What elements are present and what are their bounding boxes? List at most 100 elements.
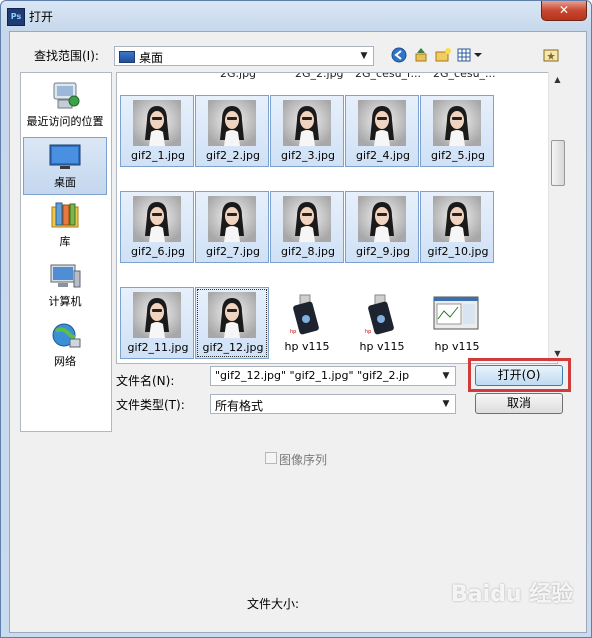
file-item[interactable]: gif2_9.jpg bbox=[345, 191, 419, 263]
file-item[interactable]: gif2_6.jpg bbox=[120, 191, 194, 263]
file-name: hp v115 bbox=[284, 340, 330, 353]
file-name: gif2_5.jpg bbox=[431, 149, 485, 162]
lookin-combobox[interactable]: 桌面 ▼ bbox=[114, 46, 374, 66]
partial-file-label[interactable]: 2G_cesu_r... bbox=[355, 73, 421, 80]
svg-text:hp: hp bbox=[290, 329, 296, 335]
file-list-view[interactable]: 2G.jpg 2G_2.jpg 2G_cesu_r... 2G_cesu_...… bbox=[116, 72, 558, 364]
chevron-down-icon[interactable]: ▼ bbox=[440, 370, 452, 382]
file-item[interactable]: gif2_11.jpg bbox=[120, 287, 194, 359]
up-folder-icon[interactable] bbox=[412, 47, 430, 65]
cancel-button[interactable]: 取消 bbox=[475, 393, 563, 414]
back-icon[interactable] bbox=[390, 47, 408, 65]
filetype-value: 所有格式 bbox=[215, 399, 264, 413]
file-name: gif2_11.jpg bbox=[127, 341, 189, 354]
open-button[interactable]: 打开(O) bbox=[475, 365, 563, 386]
recent-places-icon bbox=[48, 81, 82, 111]
file-item[interactable]: gif2_12.jpg bbox=[195, 287, 269, 359]
photo-thumbnail bbox=[133, 292, 181, 338]
place-label-desktop: 桌面 bbox=[54, 176, 76, 189]
lookin-value: 桌面 bbox=[139, 51, 164, 65]
bridge-icon[interactable] bbox=[542, 47, 560, 65]
place-label-recent: 最近访问的位置 bbox=[26, 115, 104, 128]
file-name: hp v115 bbox=[434, 340, 480, 353]
place-desktop[interactable]: 桌面 bbox=[23, 137, 107, 195]
photo-thumbnail bbox=[358, 100, 406, 146]
file-name: gif2_7.jpg bbox=[206, 245, 260, 258]
file-name: gif2_9.jpg bbox=[356, 245, 410, 258]
photo-thumbnail bbox=[433, 196, 481, 242]
lookin-label: 查找范围(I): bbox=[34, 49, 99, 63]
file-item[interactable]: gif2_10.jpg bbox=[420, 191, 494, 263]
filetype-label: 文件类型(T): bbox=[116, 398, 185, 412]
places-bar: 最近访问的位置 桌面 库 计算机 网络 bbox=[20, 72, 112, 432]
desktop-small-icon bbox=[119, 51, 135, 63]
place-libraries[interactable]: 库 bbox=[23, 197, 107, 255]
scroll-up-icon[interactable]: ▲ bbox=[549, 72, 566, 88]
file-name: gif2_6.jpg bbox=[131, 245, 185, 258]
file-name: gif2_12.jpg bbox=[202, 341, 264, 354]
filetype-select[interactable]: 所有格式 ▼ bbox=[210, 394, 456, 414]
place-computer[interactable]: 计算机 bbox=[23, 257, 107, 315]
file-item[interactable]: hp v115 bbox=[420, 287, 494, 359]
filename-input[interactable]: "gif2_12.jpg" "gif2_1.jpg" "gif2_2.jp ▼ bbox=[210, 366, 456, 386]
photo-thumbnail bbox=[208, 196, 256, 242]
view-menu-icon[interactable] bbox=[456, 47, 484, 65]
photo-thumbnail bbox=[433, 100, 481, 146]
partial-file-label[interactable]: 2G_cesu_... bbox=[433, 73, 496, 80]
file-item[interactable]: gif2_1.jpg bbox=[120, 95, 194, 167]
place-recent[interactable]: 最近访问的位置 bbox=[23, 77, 107, 135]
photo-thumbnail bbox=[133, 196, 181, 242]
image-sequence-label: 图像序列 bbox=[279, 453, 328, 467]
photoshop-app-icon: Ps bbox=[7, 8, 25, 26]
photo-thumbnail bbox=[208, 292, 256, 338]
libraries-icon bbox=[48, 201, 82, 231]
close-button[interactable]: ✕ bbox=[541, 1, 587, 21]
image-sequence-checkbox[interactable] bbox=[265, 452, 277, 464]
window-title: 打开 bbox=[29, 10, 54, 24]
photo-thumbnail bbox=[358, 196, 406, 242]
computer-icon bbox=[48, 261, 82, 291]
dialog-client-area: 查找范围(I): 桌面 ▼ 最近访问的位置 桌面 库 计算机 网络 2G.jpg… bbox=[9, 31, 587, 633]
photo-thumbnail bbox=[283, 196, 331, 242]
photo-thumbnail bbox=[208, 100, 256, 146]
photo-thumbnail bbox=[283, 100, 331, 146]
filesize-label: 文件大小: bbox=[247, 597, 300, 611]
file-item[interactable]: gif2_7.jpg bbox=[195, 191, 269, 263]
desktop-icon bbox=[48, 142, 82, 172]
filename-value: "gif2_12.jpg" "gif2_1.jpg" "gif2_2.jp bbox=[215, 369, 410, 382]
chevron-down-icon: ▼ bbox=[360, 51, 368, 61]
network-icon bbox=[48, 321, 82, 351]
chevron-down-icon: ▼ bbox=[442, 399, 450, 409]
file-name: gif2_10.jpg bbox=[427, 245, 489, 258]
place-label-computer: 计算机 bbox=[48, 295, 82, 308]
file-name: gif2_2.jpg bbox=[206, 149, 260, 162]
file-name: gif2_4.jpg bbox=[356, 149, 410, 162]
file-item[interactable]: gif2_2.jpg bbox=[195, 95, 269, 167]
file-item[interactable]: gif2_8.jpg bbox=[270, 191, 344, 263]
title-bar[interactable]: Ps 打开 ✕ bbox=[1, 1, 591, 31]
file-item[interactable]: gif2_4.jpg bbox=[345, 95, 419, 167]
scrollbar-thumb[interactable] bbox=[551, 140, 565, 186]
filename-label: 文件名(N): bbox=[116, 374, 175, 388]
file-name: gif2_3.jpg bbox=[281, 149, 335, 162]
partial-file-label[interactable]: 2G_2.jpg bbox=[295, 73, 344, 80]
file-item[interactable]: gif2_5.jpg bbox=[420, 95, 494, 167]
usb-drive-thumbnail: hp bbox=[357, 291, 405, 337]
partial-file-label[interactable]: 2G.jpg bbox=[220, 73, 256, 80]
new-folder-icon[interactable] bbox=[434, 47, 452, 65]
baidu-watermark: Baidu 经验 bbox=[451, 582, 574, 607]
file-item[interactable]: hp hp v115 bbox=[270, 287, 344, 359]
photo-thumbnail bbox=[133, 100, 181, 146]
file-name: gif2_8.jpg bbox=[281, 245, 335, 258]
usb-drive-thumbnail: hp bbox=[282, 291, 330, 337]
file-name: gif2_1.jpg bbox=[131, 149, 185, 162]
open-dialog: Ps 打开 ✕ 查找范围(I): 桌面 ▼ 最近访问的位置 桌面 库 计算机 网… bbox=[0, 0, 592, 638]
place-label-network: 网络 bbox=[54, 355, 76, 368]
place-label-libraries: 库 bbox=[59, 235, 71, 248]
place-network[interactable]: 网络 bbox=[23, 317, 107, 375]
file-item[interactable]: hp hp v115 bbox=[345, 287, 419, 359]
file-item[interactable]: gif2_3.jpg bbox=[270, 95, 344, 167]
file-list-scrollbar[interactable]: ▲ ▼ bbox=[548, 72, 566, 362]
svg-text:hp: hp bbox=[365, 329, 371, 335]
screenshot-thumbnail bbox=[432, 291, 480, 337]
